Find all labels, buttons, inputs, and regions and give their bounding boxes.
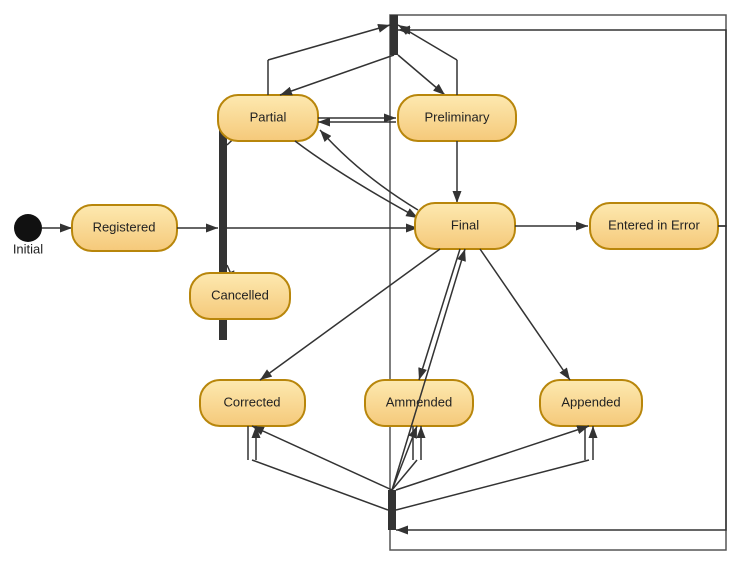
initial-label: Initial <box>13 241 43 256</box>
label-registered: Registered <box>93 219 156 234</box>
initial-state <box>14 214 42 242</box>
top-join-bar <box>390 15 398 55</box>
bottom-join-bar <box>388 490 396 530</box>
background <box>0 0 744 569</box>
label-final: Final <box>451 217 479 232</box>
label-appended: Appended <box>561 394 620 409</box>
label-corrected: Corrected <box>223 394 280 409</box>
label-partial: Partial <box>250 109 287 124</box>
label-entered-in-error: Entered in Error <box>608 217 700 232</box>
label-cancelled: Cancelled <box>211 287 269 302</box>
state-diagram: Initial Registered Partial Preliminary F… <box>0 0 744 569</box>
label-preliminary: Preliminary <box>424 109 490 124</box>
